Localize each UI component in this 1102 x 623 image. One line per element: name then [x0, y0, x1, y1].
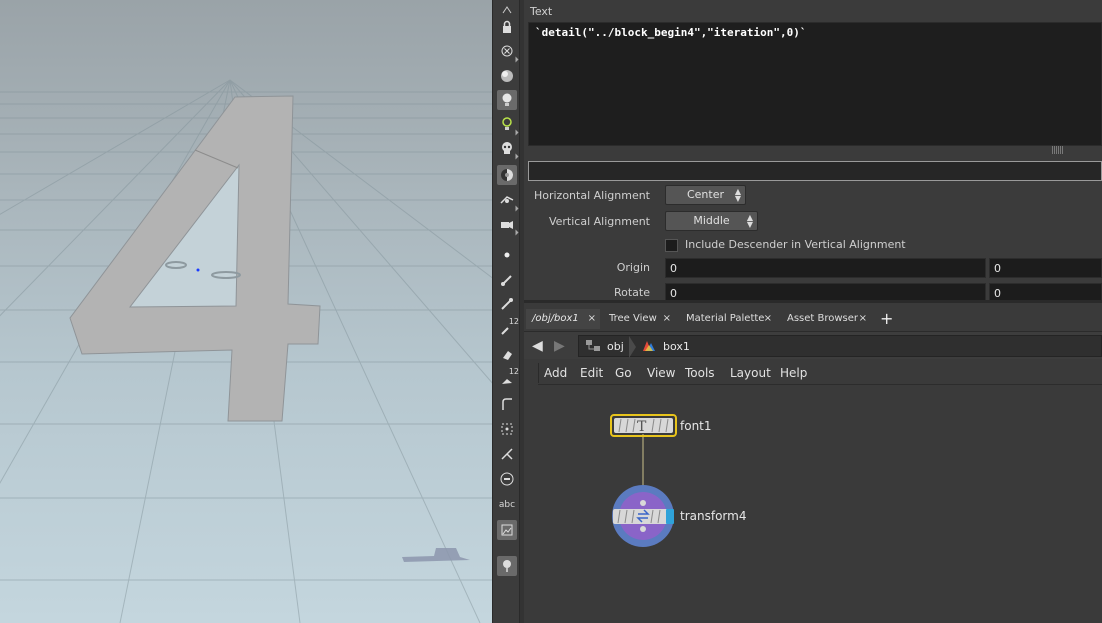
menu-layout[interactable]: Layout — [730, 366, 771, 380]
node-graph: T — [610, 414, 677, 547]
dropdown-arrows-icon: ▲ ▼ — [734, 187, 741, 203]
text-geometry-4 — [69, 95, 321, 422]
include-descender-checkbox[interactable] — [665, 239, 678, 252]
tab-material-palette[interactable]: Material Palette × — [680, 309, 776, 329]
breadcrumb-obj[interactable]: obj — [607, 340, 624, 353]
3d-viewport[interactable] — [0, 0, 492, 623]
number-12-label: 12 — [508, 317, 519, 326]
text-param-label: Text — [530, 5, 553, 18]
tab-tree-view[interactable]: Tree View × — [603, 309, 675, 329]
abc-label: abc — [498, 500, 516, 510]
curve-icon[interactable] — [497, 394, 517, 414]
menu-tools[interactable]: Tools — [685, 366, 715, 380]
menu-help[interactable]: Help — [780, 366, 807, 380]
eraser-icon[interactable] — [497, 344, 517, 364]
text-geometry-1 — [402, 548, 470, 562]
add-tab-icon[interactable]: + — [880, 310, 893, 328]
rotate-label: Rotate — [613, 286, 650, 299]
brush-icon[interactable] — [497, 270, 517, 290]
path-bar: ◀ ▶ obj box1 — [524, 331, 1102, 359]
vertical-alignment-dropdown[interactable]: Middle ▲ ▼ — [665, 211, 758, 231]
viewport-toolbar: 12 12 abc — [492, 0, 520, 623]
origin-label: Origin — [616, 261, 650, 274]
font-node-icon: T — [637, 419, 647, 435]
horizontal-alignment-dropdown[interactable]: Center ▲ ▼ — [665, 185, 746, 205]
image-icon[interactable] — [497, 520, 517, 540]
network-menu-bar: Add Edit Go View Tools Layout Help — [538, 363, 1102, 385]
pin-icon[interactable] — [497, 556, 517, 576]
include-descender-label: Include Descender in Vertical Alignment — [685, 238, 906, 251]
parameter-pane: Text `detail("../block_begin4","iteratio… — [524, 0, 1102, 303]
skull-icon[interactable] — [497, 138, 519, 160]
ghost-icon[interactable] — [497, 66, 517, 86]
pane-tabs: /obj/box1 × Tree View × Material Palette… — [524, 307, 1102, 329]
forward-arrow-icon[interactable]: ▶ — [554, 338, 565, 354]
breadcrumb-box1[interactable]: box1 — [663, 340, 690, 353]
origin-y-field[interactable]: 0 — [989, 258, 1102, 278]
lightbulb-icon[interactable] — [497, 114, 519, 136]
breadcrumb: obj box1 — [578, 335, 1102, 358]
dropdown-arrows-icon: ▲ ▼ — [746, 213, 753, 229]
horizontal-alignment-label: Horizontal Alignment — [533, 189, 650, 202]
number-12b-icon[interactable]: 12 — [497, 367, 519, 389]
menu-icon[interactable] — [497, 469, 517, 489]
number-12-icon[interactable]: 12 — [497, 317, 519, 339]
menu-view[interactable]: View — [647, 366, 675, 380]
shading-icon[interactable] — [497, 165, 517, 185]
breadcrumb-separator — [629, 336, 636, 358]
node-label-transform4[interactable]: transform4 — [680, 509, 746, 523]
node-label-font1[interactable]: font1 — [680, 419, 712, 433]
menu-go[interactable]: Go — [615, 366, 632, 380]
xray-icon[interactable] — [497, 41, 519, 63]
resize-grip[interactable] — [1052, 146, 1064, 154]
light-icon[interactable] — [497, 90, 517, 110]
tab-label: Material Palette — [686, 313, 765, 324]
network-icon — [586, 340, 600, 351]
lock-icon[interactable] — [497, 17, 517, 37]
back-arrow-icon[interactable]: ◀ — [532, 338, 543, 354]
tab-obj-box1[interactable]: /obj/box1 × — [526, 309, 600, 329]
number-12b-label: 12 — [508, 367, 519, 376]
font1-node[interactable]: T — [610, 414, 677, 437]
tab-label: Tree View — [609, 313, 657, 324]
network-canvas[interactable]: T font1 transform4 — [524, 387, 1102, 623]
grid-snap-icon[interactable] — [497, 419, 517, 439]
vertical-alignment-value: Middle — [693, 214, 730, 227]
text-param-editor[interactable]: `detail("../block_begin4","iteration",0)… — [528, 22, 1102, 146]
transform4-node[interactable] — [612, 485, 674, 547]
menu-edit[interactable]: Edit — [580, 366, 603, 380]
point-icon[interactable] — [497, 245, 517, 265]
close-icon[interactable]: × — [859, 309, 867, 329]
tab-label: /obj/box1 — [532, 313, 579, 324]
text-param-line-field[interactable] — [528, 161, 1102, 181]
geometry-object-icon — [643, 341, 655, 351]
handle-icon[interactable] — [497, 444, 517, 464]
camera-persp-icon[interactable] — [497, 214, 519, 236]
close-icon[interactable]: × — [588, 309, 596, 329]
horizontal-alignment-value: Center — [686, 188, 725, 201]
tab-asset-browser[interactable]: Asset Browser × — [781, 309, 871, 329]
close-icon[interactable]: × — [764, 309, 772, 329]
pick-icon[interactable] — [497, 294, 517, 314]
display-flag — [666, 509, 674, 524]
origin-x-field[interactable]: 0 — [665, 258, 986, 278]
tab-label: Asset Browser — [787, 313, 859, 324]
vertical-alignment-label: Vertical Alignment — [548, 215, 650, 228]
camera-icon[interactable] — [497, 190, 519, 212]
close-icon[interactable]: × — [663, 309, 671, 329]
network-editor: /obj/box1 × Tree View × Material Palette… — [524, 303, 1102, 623]
menu-add[interactable]: Add — [544, 366, 567, 380]
abc-icon[interactable]: abc — [497, 495, 517, 515]
viewport-scene — [0, 79, 492, 623]
